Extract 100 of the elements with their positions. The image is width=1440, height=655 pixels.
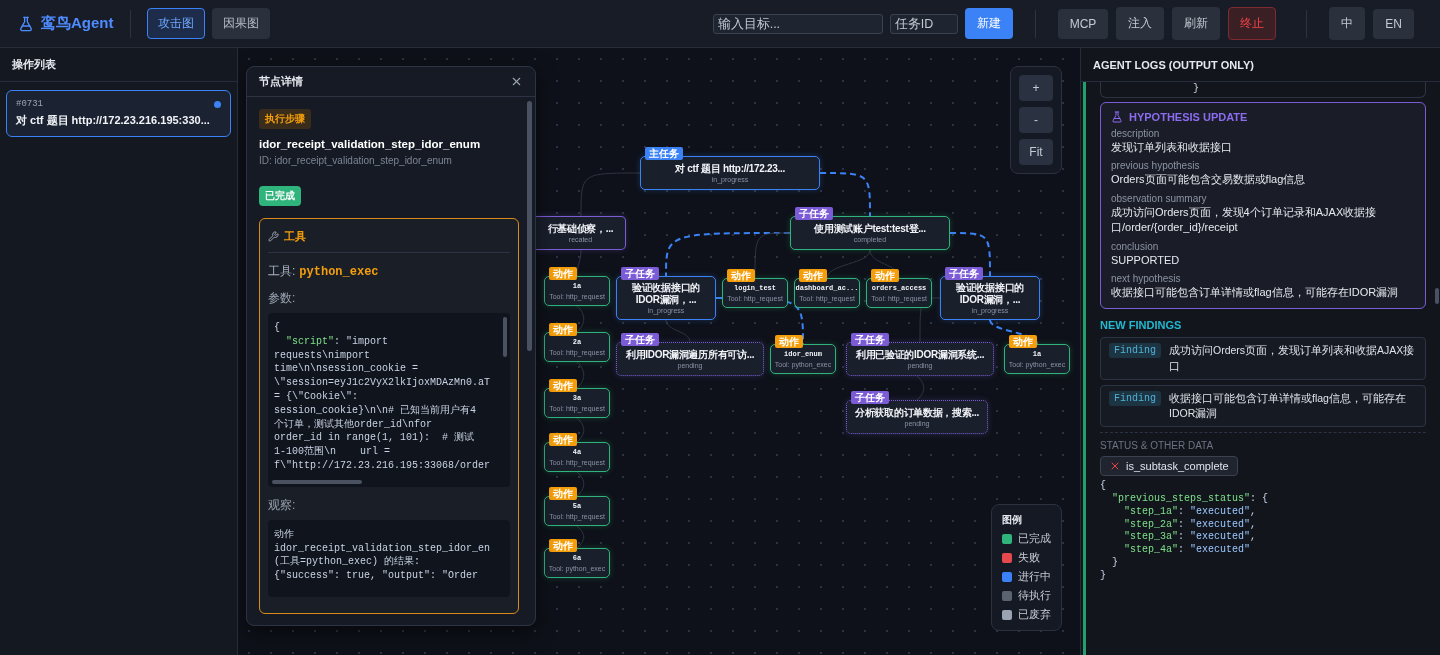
view-tab[interactable]: 因果图 xyxy=(211,8,270,39)
card-heading: 工具 xyxy=(284,229,306,244)
node-badge: 动作 xyxy=(549,433,577,446)
node-title: 对 ctf 题目 http://172.23... xyxy=(674,162,786,175)
node-title: 使用测试账户test:test登... xyxy=(813,222,927,235)
finding-text: 收据接口可能包含订单详情或flag信息，可能存在IDOR漏洞 xyxy=(1169,390,1407,421)
section-heading: NEW FINDINGS xyxy=(1100,319,1183,332)
code-line: \"session=eyJ1c2VyX2lkIjoxMDAzMn0.aT xyxy=(274,376,492,390)
params-label: 参数: xyxy=(268,290,297,307)
code-line: 1-100范围\n url = xyxy=(274,445,391,459)
node-title: 行基础侦察，... xyxy=(546,222,615,235)
code-line: = {\"Cookie\": xyxy=(274,390,359,404)
node-badge: 动作 xyxy=(549,379,577,392)
code-line: "step_2a": "executed", xyxy=(1123,518,1258,531)
node-badge: 子任务 xyxy=(795,207,833,220)
code-line: } xyxy=(1193,82,1200,96)
section-heading: STATUS & OTHER DATA xyxy=(1100,440,1215,452)
code-line: { xyxy=(274,321,281,335)
legend-title: 图例 xyxy=(1002,513,1023,527)
code-line: f\"http://172.23.216.195:33068/order xyxy=(274,458,492,473)
type-badge: 执行步骤 xyxy=(259,109,311,129)
field-label: description xyxy=(1111,128,1161,139)
create-button[interactable]: 新建 xyxy=(964,8,1013,39)
node-badge: 主任务 xyxy=(645,147,683,160)
code-line: "step_3a": "executed", xyxy=(1123,531,1258,544)
code-line: order_id in range(1, 101): # 测试 xyxy=(274,431,476,445)
chip-label: is_subtask_complete xyxy=(1126,460,1229,473)
code-line: "step_4a": "executed" xyxy=(1123,544,1252,557)
node-badge: 子任务 xyxy=(851,391,889,404)
tool-label: 工具: xyxy=(268,263,296,280)
node-badge: 动作 xyxy=(799,269,827,282)
toolbar-button[interactable]: 刷新 xyxy=(1172,7,1221,40)
field-value: Orders页面可能包含交易数据或flag信息 xyxy=(1111,172,1307,188)
scrollbar[interactable] xyxy=(527,101,532,351)
node-title: 分析获取的订单数据，搜索... xyxy=(854,406,980,419)
flask-icon xyxy=(18,15,34,32)
view-tab[interactable]: 攻击图 xyxy=(146,8,205,39)
status-badge: 已完成 xyxy=(259,186,301,206)
toolbar-button[interactable]: 终止 xyxy=(1228,7,1277,40)
node-badge: 动作 xyxy=(549,487,577,500)
code-line: time\n\nsession_cookie = xyxy=(274,362,420,377)
language-button[interactable]: 中 xyxy=(1329,7,1366,40)
panel-title: 节点详情 xyxy=(259,74,303,89)
legend-label: 已废弃 xyxy=(1018,608,1051,622)
field-label: previous hypothesis xyxy=(1111,160,1201,172)
legend-label: 失败 xyxy=(1018,551,1040,565)
code-line: } xyxy=(1100,569,1107,583)
zoom-button[interactable]: + xyxy=(1019,75,1053,101)
node-title: 验证收据接口的IDOR漏洞，... xyxy=(631,282,701,305)
operation-item[interactable]: #0731 对 ctf 题目 http://172.23.216.195:330... xyxy=(6,90,231,137)
node-badge: 动作 xyxy=(549,539,577,552)
language-button[interactable]: EN xyxy=(1373,8,1414,39)
scrollbar[interactable] xyxy=(272,479,362,484)
node-badge: 动作 xyxy=(871,269,899,282)
code-line: "step_1a": "executed", xyxy=(1123,505,1258,519)
zoom-button[interactable]: - xyxy=(1019,107,1053,133)
field-value: SUPPORTED xyxy=(1111,252,1181,268)
legend-label: 已完成 xyxy=(1018,532,1051,546)
toolbar-button[interactable]: MCP xyxy=(1057,8,1109,39)
tool-name: python_exec xyxy=(299,265,379,279)
panel-title: AGENT LOGS (OUTPUT ONLY) xyxy=(1081,48,1440,82)
code-line: idor_receipt_validation_step_idor_en xyxy=(274,541,492,556)
code-line: requests\nimport xyxy=(274,348,371,363)
code-line: { xyxy=(1100,480,1107,493)
code-line: "previous_steps_status": { xyxy=(1111,493,1270,506)
code-line: {"success": true, "output": "Order xyxy=(274,569,480,583)
scrollbar[interactable] xyxy=(1435,288,1439,304)
code-line: 动作 xyxy=(274,527,295,542)
finding-text: 成功访问Orders页面，发现订单列表和收据AJAX接口 xyxy=(1169,343,1416,374)
field-value: 成功访问Orders页面，发现4个订单记录和AJAX收据接口/order/{order_id}/receipt xyxy=(1111,204,1378,236)
node-id: ID: idor_receipt_validation_step_idor_enum xyxy=(259,155,452,166)
finding-tag: Finding xyxy=(1109,343,1161,359)
observation-label: 观察: xyxy=(268,496,297,514)
code-line: (工具=python_exec) 的结果: xyxy=(274,555,421,570)
field-label: conclusion xyxy=(1111,240,1160,252)
field-label: observation summary xyxy=(1111,192,1208,204)
operation-title: 对 ctf 题目 http://172.23.216.195:330... xyxy=(16,113,211,128)
node-badge: 子任务 xyxy=(945,267,983,280)
field-label: next hypothesis xyxy=(1111,272,1182,284)
node-badge: 动作 xyxy=(775,335,803,348)
node-badge: 子任务 xyxy=(621,267,659,280)
node-badge: 子任务 xyxy=(621,333,659,346)
scrollbar[interactable] xyxy=(503,317,507,357)
wrench-icon xyxy=(268,231,279,242)
legend-label: 待执行 xyxy=(1018,589,1051,603)
field-value: 收据接口可能包含订单详情或flag信息，可能存在IDOR漏洞 xyxy=(1111,284,1400,300)
task-id-field[interactable]: 任务ID xyxy=(889,13,958,34)
finding-tag: Finding xyxy=(1109,390,1161,406)
flask-icon xyxy=(1111,111,1123,123)
field-value: 发现订单列表和收据接口 xyxy=(1111,140,1233,155)
node-badge: 动作 xyxy=(1009,335,1037,348)
panel-title: 操作列表 xyxy=(0,48,237,82)
code-line: } xyxy=(1111,557,1119,570)
zoom-button[interactable]: Fit xyxy=(1019,139,1053,165)
toolbar-button[interactable]: 注入 xyxy=(1116,7,1165,40)
node-badge: 动作 xyxy=(549,323,577,336)
node-badge: 动作 xyxy=(727,269,755,282)
node-name: idor_receipt_validation_step_idor_enum xyxy=(259,138,481,150)
close-icon[interactable] xyxy=(510,75,523,88)
target-field[interactable]: 输入目标... xyxy=(712,13,883,34)
